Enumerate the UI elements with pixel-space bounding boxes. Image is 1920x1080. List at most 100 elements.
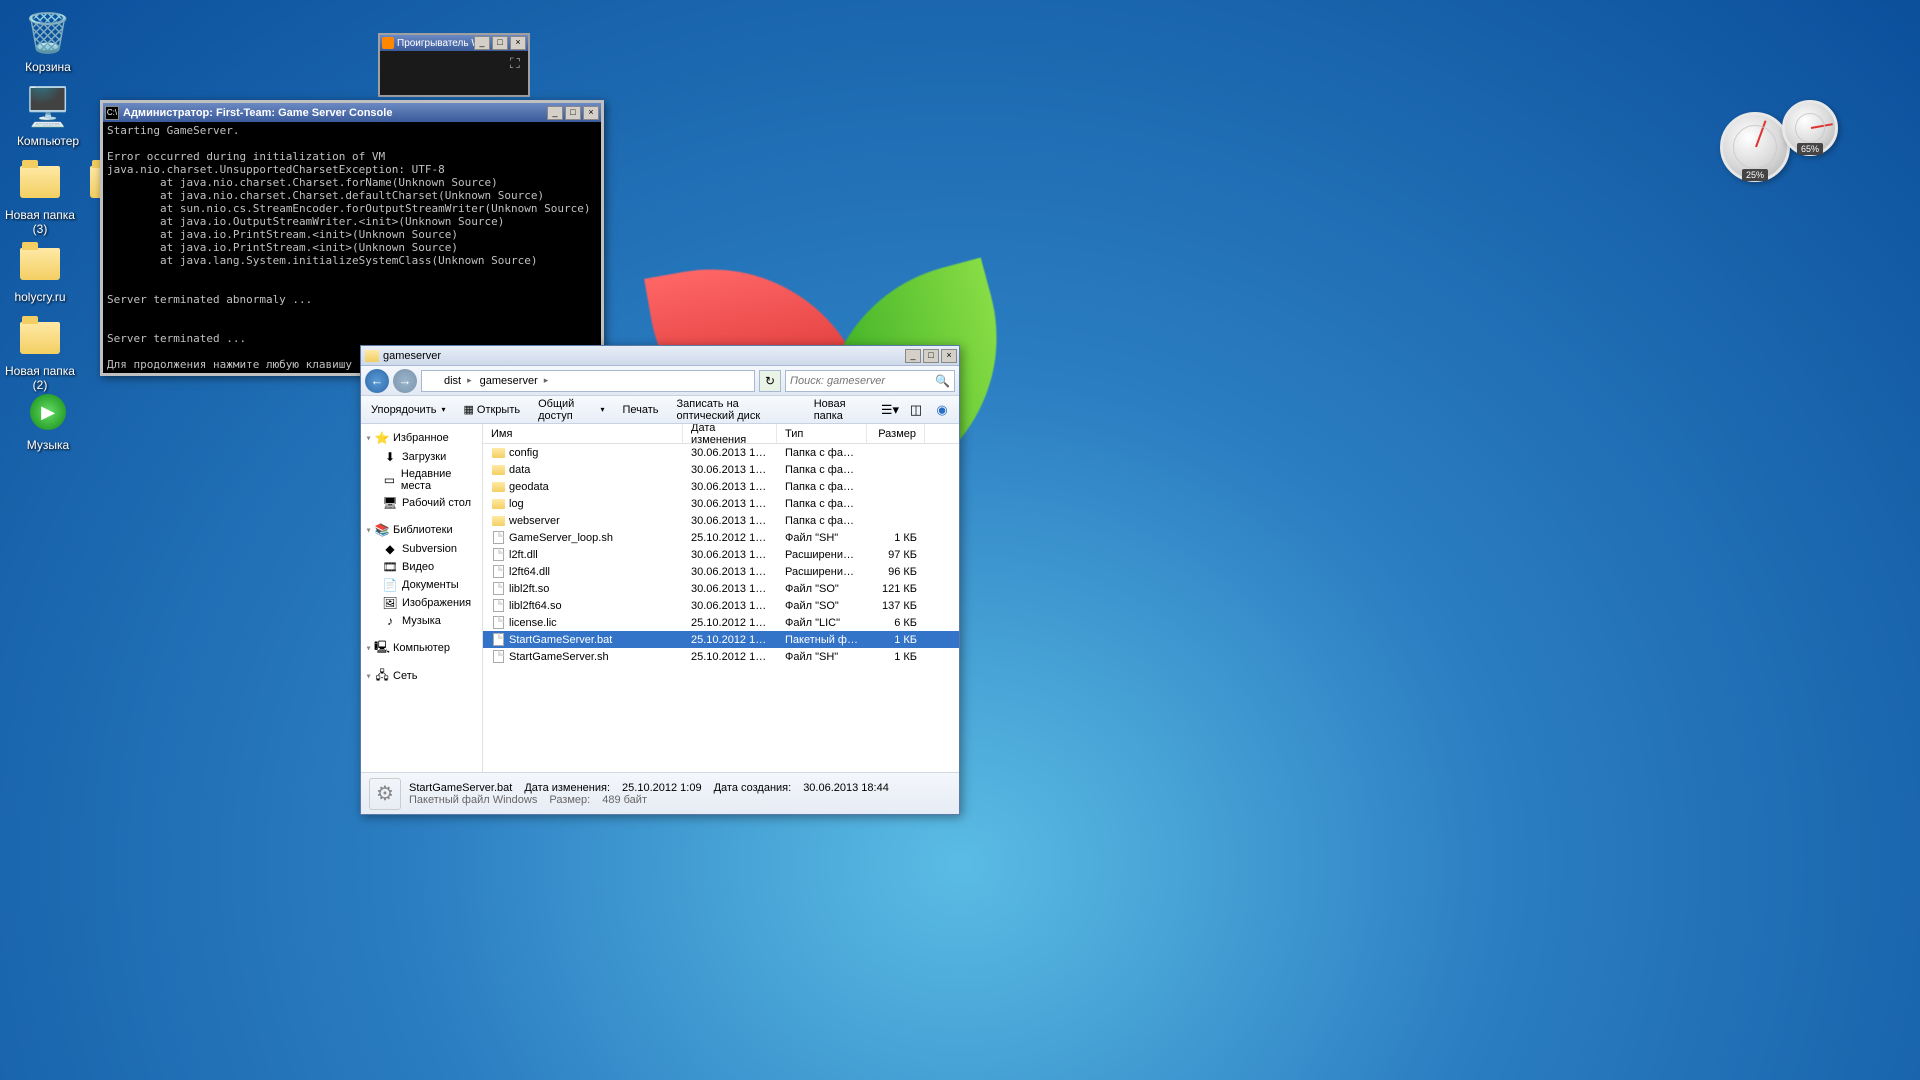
close-button[interactable]: × (583, 106, 599, 120)
media-body: ⛶ (380, 51, 528, 95)
folder-icon (426, 376, 438, 386)
cmd-icon: C:\ (105, 106, 119, 120)
file-row[interactable]: libl2ft64.so30.06.2013 18:42Файл "SO"137… (483, 597, 959, 614)
images-icon: 🖼 (383, 596, 397, 610)
help-button[interactable]: ◉ (931, 400, 953, 420)
file-row[interactable]: StartGameServer.bat25.10.2012 1:09Пакетн… (483, 631, 959, 648)
sidebar-documents[interactable]: 📄Документы (361, 576, 482, 594)
col-name[interactable]: Имя (483, 424, 683, 443)
forward-button[interactable]: → (393, 369, 417, 393)
sidebar-favorites[interactable]: ⭐Избранное (361, 428, 482, 448)
icon-label: Музыка (10, 438, 86, 452)
sidebar-subversion[interactable]: ◆Subversion (361, 540, 482, 558)
new-folder-button[interactable]: Новая папка (810, 396, 869, 424)
search-input[interactable] (790, 375, 935, 387)
file-row[interactable]: StartGameServer.sh25.10.2012 1:10Файл "S… (483, 648, 959, 665)
console-window[interactable]: C:\ Администратор: First-Team: Game Serv… (100, 100, 604, 376)
file-row[interactable]: license.lic25.10.2012 1:10Файл "LIC"6 КБ (483, 614, 959, 631)
explorer-titlebar[interactable]: gameserver _ □ × (361, 346, 959, 366)
file-size: 121 КБ (867, 583, 925, 595)
file-icon (493, 650, 504, 663)
preview-pane-button[interactable]: ◫ (905, 400, 927, 420)
file-date: 30.06.2013 18:42 (683, 549, 777, 561)
sidebar-video[interactable]: 🎞Видео (361, 558, 482, 576)
explorer-window[interactable]: gameserver _ □ × ← → dist gameserver ↻ 🔍… (360, 345, 960, 815)
back-button[interactable]: ← (365, 369, 389, 393)
media-title: Проигрыватель Windows (397, 38, 474, 49)
explorer-navbar: ← → dist gameserver ↻ 🔍 (361, 366, 959, 396)
file-size: 6 КБ (867, 617, 925, 629)
icon-label: Новая папка (3) (2, 208, 78, 236)
maximize-button[interactable]: □ (923, 349, 939, 363)
burn-button[interactable]: Записать на оптический диск (673, 396, 800, 424)
file-row[interactable]: GameServer_loop.sh25.10.2012 1:09Файл "S… (483, 529, 959, 546)
console-output: Starting GameServer. Error occurred duri… (103, 122, 601, 373)
maximize-button[interactable]: □ (492, 36, 508, 50)
file-name: license.lic (509, 617, 557, 629)
view-button[interactable]: ☰▾ (879, 400, 901, 420)
refresh-button[interactable]: ↻ (759, 370, 781, 392)
media-titlebar[interactable]: Проигрыватель Windows _ □ × (380, 35, 528, 51)
path-seg-dist[interactable]: dist (440, 375, 476, 387)
file-size: 1 КБ (867, 634, 925, 646)
file-size: 137 КБ (867, 600, 925, 612)
file-row[interactable]: libl2ft.so30.06.2013 18:42Файл "SO"121 К… (483, 580, 959, 597)
file-date: 25.10.2012 1:10 (683, 651, 777, 663)
organize-button[interactable]: Упорядочить (367, 402, 449, 418)
desktop-icon-Компьютер[interactable]: 🖥️Компьютер (10, 84, 86, 148)
desktop-icon-Новая папка (2)[interactable]: Новая папка (2) (2, 314, 78, 392)
explorer-toolbar: Упорядочить ▦Открыть Общий доступ Печать… (361, 396, 959, 424)
file-row[interactable]: webserver30.06.2013 18:46Папка с файлами (483, 512, 959, 529)
sidebar-recent[interactable]: ▭Недавние места (361, 466, 482, 494)
sidebar-desktop[interactable]: 🖥Рабочий стол (361, 494, 482, 512)
recent-icon: ▭ (383, 473, 396, 487)
file-row[interactable]: data30.06.2013 18:46Папка с файлами (483, 461, 959, 478)
folder-icon (492, 482, 505, 492)
media-player-icon (382, 37, 394, 49)
file-icon (493, 633, 504, 646)
file-date: 30.06.2013 18:42 (683, 566, 777, 578)
minimize-button[interactable]: _ (547, 106, 563, 120)
minimize-button[interactable]: _ (474, 36, 490, 50)
file-row[interactable]: l2ft.dll30.06.2013 18:42Расширение прило… (483, 546, 959, 563)
file-row[interactable]: config30.06.2013 18:58Папка с файлами (483, 444, 959, 461)
sidebar-network[interactable]: 🖧Сеть (361, 666, 482, 686)
explorer-title: gameserver (383, 350, 905, 362)
minimize-button[interactable]: _ (905, 349, 921, 363)
col-date[interactable]: Дата изменения (683, 424, 777, 443)
icon-label: Компьютер (10, 134, 86, 148)
media-player-window[interactable]: Проигрыватель Windows _ □ × ⛶ (378, 33, 530, 97)
open-button[interactable]: ▦Открыть (459, 401, 524, 418)
expand-icon[interactable]: ⛶ (510, 55, 524, 69)
sidebar-libraries[interactable]: 📚Библиотеки (361, 520, 482, 540)
explorer-sidebar: ⭐Избранное ⬇Загрузки ▭Недавние места 🖥Ра… (361, 424, 483, 772)
cpu-ram-gadget[interactable]: 25% 65% (1720, 100, 1850, 190)
close-button[interactable]: × (510, 36, 526, 50)
share-button[interactable]: Общий доступ (534, 396, 608, 424)
search-box[interactable]: 🔍 (785, 370, 955, 392)
address-bar[interactable]: dist gameserver (421, 370, 755, 392)
desktop-icon-Новая папка (3)[interactable]: Новая папка (3) (2, 158, 78, 236)
folder-icon (492, 516, 505, 526)
col-size[interactable]: Размер (867, 424, 925, 443)
sidebar-computer[interactable]: 🖳Компьютер (361, 638, 482, 658)
close-button[interactable]: × (941, 349, 957, 363)
file-size: 1 КБ (867, 532, 925, 544)
path-seg-gameserver[interactable]: gameserver (476, 375, 553, 387)
desktop-icon-holycry.ru[interactable]: holycry.ru (2, 240, 78, 304)
folder-icon (16, 158, 64, 206)
file-row[interactable]: geodata30.06.2013 18:42Папка с файлами (483, 478, 959, 495)
sidebar-music[interactable]: ♪Музыка (361, 612, 482, 630)
desktop-icon-Музыка[interactable]: ▶Музыка (10, 388, 86, 452)
desktop-icon-Корзина[interactable]: 🗑️Корзина (10, 10, 86, 74)
sidebar-downloads[interactable]: ⬇Загрузки (361, 448, 482, 466)
sidebar-images[interactable]: 🖼Изображения (361, 594, 482, 612)
maximize-button[interactable]: □ (565, 106, 581, 120)
file-name: config (509, 447, 538, 459)
file-row[interactable]: l2ft64.dll30.06.2013 18:42Расширение при… (483, 563, 959, 580)
print-button[interactable]: Печать (618, 402, 662, 418)
col-type[interactable]: Тип (777, 424, 867, 443)
console-titlebar[interactable]: C:\ Администратор: First-Team: Game Serv… (103, 103, 601, 122)
file-row[interactable]: log30.06.2013 18:42Папка с файлами (483, 495, 959, 512)
folder-icon (365, 350, 379, 362)
